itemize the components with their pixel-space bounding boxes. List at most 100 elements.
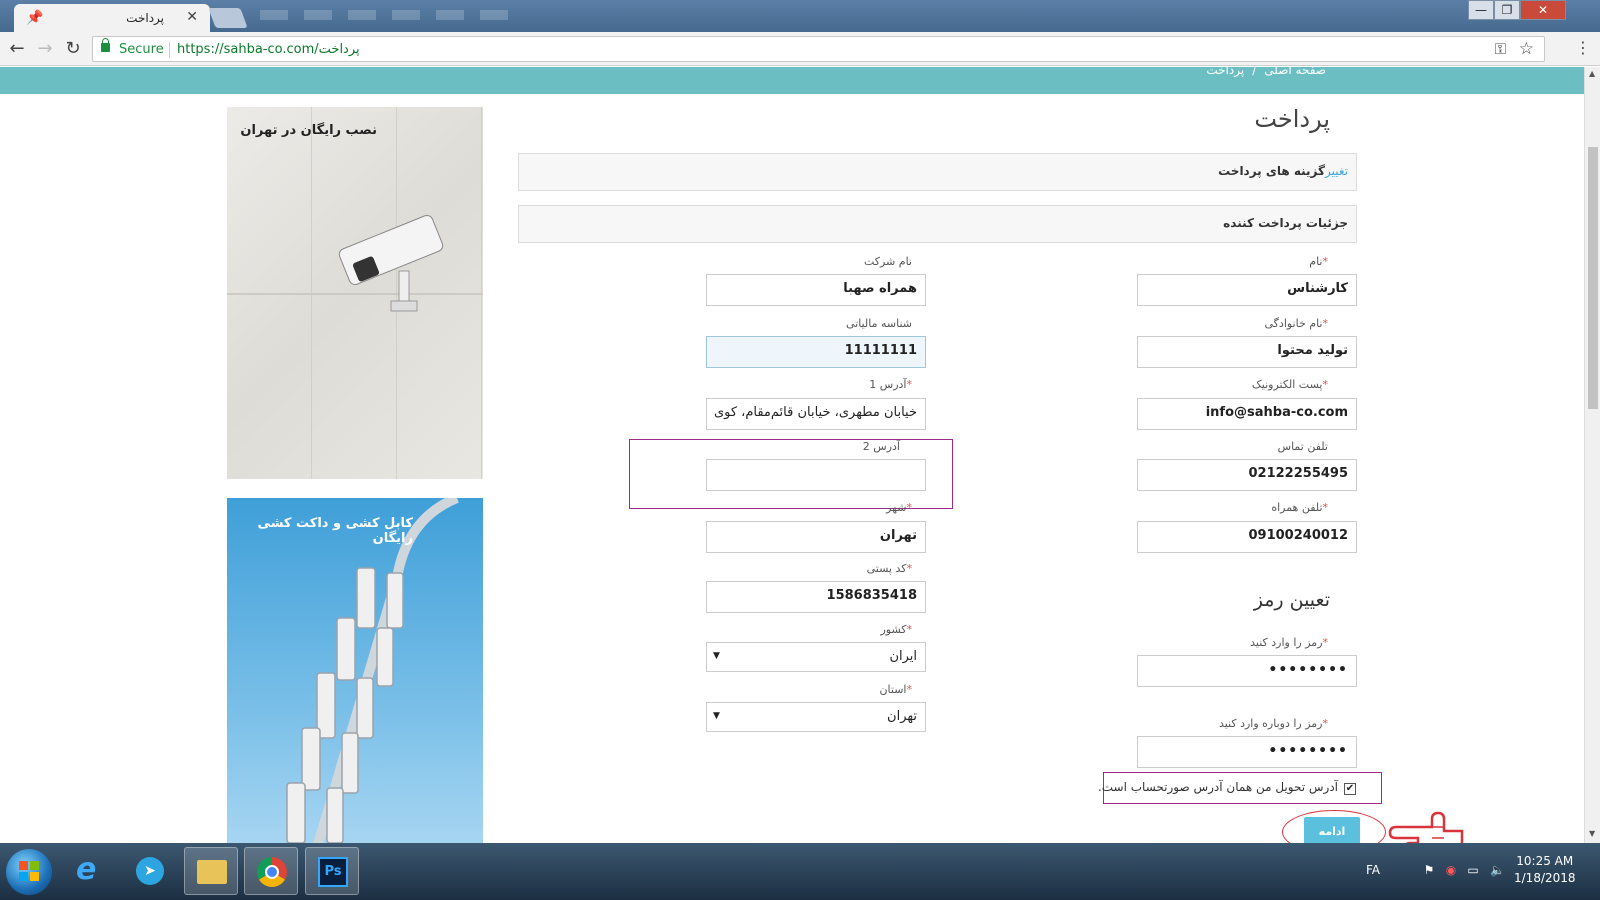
last-name-input[interactable]: تولید محتوا [1137,336,1357,368]
country-value: ایران [889,649,917,664]
address-bar[interactable]: Secure https://sahba-co.com/پرداخت ⚿ ☆ [92,36,1545,62]
password-confirm-input[interactable]: •••••••• [1137,736,1357,768]
phone-label: تلفن تماس [1277,440,1328,453]
email-label: *پست الکترونیک [1251,378,1328,391]
scroll-thumb[interactable] [1588,147,1598,409]
password-section-heading: تعیین رمز [1253,589,1330,611]
taskbar-telegram[interactable]: ➤ [123,847,177,895]
breadcrumb-current: پرداخت [1206,67,1245,77]
address2-input[interactable] [706,459,926,491]
lock-icon [101,38,110,52]
minimize-button[interactable]: — [1468,0,1494,20]
taskbar-file-explorer[interactable] [184,847,238,895]
security-camera-icon [338,214,444,312]
tax-id-label: شناسه مالیاتی [846,317,912,330]
volume-muted-icon[interactable]: 🔈 [1490,863,1505,877]
breadcrumb-home-link[interactable]: صفحه اصلی [1264,67,1326,77]
page-title: پرداخت [1254,105,1330,133]
taskbar-internet-explorer[interactable]: e [62,847,116,895]
payer-details-label: جزئیات پرداخت کننده [1223,216,1348,230]
password-label: *رمز را وارد کنید [1250,636,1328,649]
start-button[interactable] [6,849,52,895]
secure-label: Secure [119,42,164,57]
taskbar-chrome[interactable] [244,847,298,895]
reload-icon[interactable]: ↻ [62,38,84,60]
back-arrow-icon[interactable]: ← [6,38,28,60]
password-input[interactable]: •••••••• [1137,655,1357,687]
payment-options-label: گزینه های پرداخت [1218,164,1325,178]
change-payment-link[interactable]: تغییر [1325,164,1348,178]
company-input[interactable]: همراه صهبا [706,274,926,306]
tax-id-input[interactable]: 11111111 [706,336,926,368]
city-label: *شهر [886,501,912,514]
forward-arrow-icon[interactable]: → [34,38,56,60]
breadcrumb-separator: / [1252,67,1257,77]
same-address-checkbox[interactable]: ✔ [1344,783,1356,795]
bookmark-star-icon[interactable]: ☆ [1519,39,1534,59]
password-confirm-label: *رمز را دوباره وارد کنید [1218,717,1328,730]
continue-button[interactable]: ادامه [1304,817,1360,843]
clock-date: 1/18/2018 [1514,871,1576,885]
company-label: نام شرکت [863,255,912,268]
windows-logo-icon [19,861,39,881]
breadcrumb: صفحه اصلی / پرداخت [1202,67,1330,77]
email-input[interactable]: info@sahba-co.com [1137,398,1357,430]
omnibox-divider [169,42,170,58]
country-select[interactable]: ایران ▼ [706,642,926,672]
page-viewport: صفحه اصلی / پرداخت پرداخت تغییرگزینه های پ… [0,67,1584,843]
banner-cctv[interactable]: نصب رایگان در تهران [227,107,483,479]
mobile-input[interactable]: 09100240012 [1137,521,1357,553]
banner-cctv-caption: نصب رایگان در تهران [240,123,377,138]
mobile-label: *تلفن همراه [1271,501,1328,514]
system-clock[interactable]: 10:25 AM 1/18/2018 [1514,853,1576,887]
pin-favicon-icon: 📌 [26,10,44,26]
province-label: *استان [879,683,912,696]
tab-close-icon[interactable]: ✕ [186,9,198,25]
chrome-icon [257,857,287,887]
key-icon[interactable]: ⚿ [1495,40,1506,58]
url-text[interactable]: https://sahba-co.com/پرداخت [177,42,360,57]
windows-taskbar: e ➤ Ps FA ⚑ ◉ ▭ 🔈 10:25 AM 1/18/2018 [0,843,1600,900]
new-tab-button[interactable] [208,8,248,28]
first-name-input[interactable]: کارشناس [1137,274,1357,306]
province-select[interactable]: تهران ▼ [706,702,926,732]
network-warning-icon[interactable]: ⚑ [1422,863,1436,877]
postal-code-input[interactable]: 1586835418 [706,581,926,613]
browser-tab[interactable]: 📌 پرداخت ✕ [14,4,210,32]
city-input[interactable]: تهران [706,521,926,553]
first-name-label: *نام [1309,255,1328,268]
language-indicator[interactable]: FA [1366,863,1380,877]
country-label: *کشور [880,623,912,636]
page-scrollbar[interactable]: ▲ ▼ [1584,67,1600,843]
taskbar-photoshop[interactable]: Ps [305,847,359,895]
close-window-button[interactable]: ✕ [1520,0,1566,20]
province-value: تهران [887,709,917,724]
pointing-hand-icon [1388,811,1464,843]
maximize-button[interactable]: ❐ [1494,0,1520,20]
address2-label: آدرس 2 [862,440,900,453]
address1-input[interactable]: خیابان مطهری، خیابان قائم‌مقام، کوی [706,398,926,430]
phone-input[interactable]: 02122255495 [1137,459,1357,491]
last-name-label: *نام خانوادگی [1264,317,1328,330]
breadcrumb-bar: صفحه اصلی / پرداخت [0,67,1584,94]
scroll-up-arrow-icon[interactable]: ▲ [1589,69,1595,78]
banner-cabling[interactable]: کابل کشی و داکت کشی رایگان [227,498,483,843]
photoshop-icon: Ps [318,857,348,887]
scroll-down-arrow-icon[interactable]: ▼ [1589,829,1595,838]
browser-toolbar: ← → ↻ Secure https://sahba-co.com/پرداخت… [0,32,1600,66]
dropdown-arrow-icon: ▼ [713,651,720,661]
same-address-label: آدرس تحویل من همان آدرس صورتحساب است. [1097,780,1338,794]
action-center-icon[interactable]: ▭ [1466,863,1480,877]
dropdown-arrow-icon: ▼ [713,711,720,721]
address1-label: *آدرس 1 [869,378,912,391]
browser-menu-icon[interactable]: ⋮ [1575,38,1591,57]
banner-cabling-caption: کابل کشی و داکت کشی رایگان [257,516,413,546]
folder-icon [197,860,227,884]
antenna-tower-icon [286,498,459,843]
payer-details-panel: جزئیات پرداخت کننده [518,205,1357,243]
postal-code-label: *کد پستی [866,562,912,575]
blurred-menu-strip [260,10,510,20]
antivirus-icon[interactable]: ◉ [1444,863,1458,877]
browser-titlebar: 📌 پرداخت ✕ — ❐ ✕ [0,0,1600,32]
internet-explorer-icon: e [76,852,97,887]
